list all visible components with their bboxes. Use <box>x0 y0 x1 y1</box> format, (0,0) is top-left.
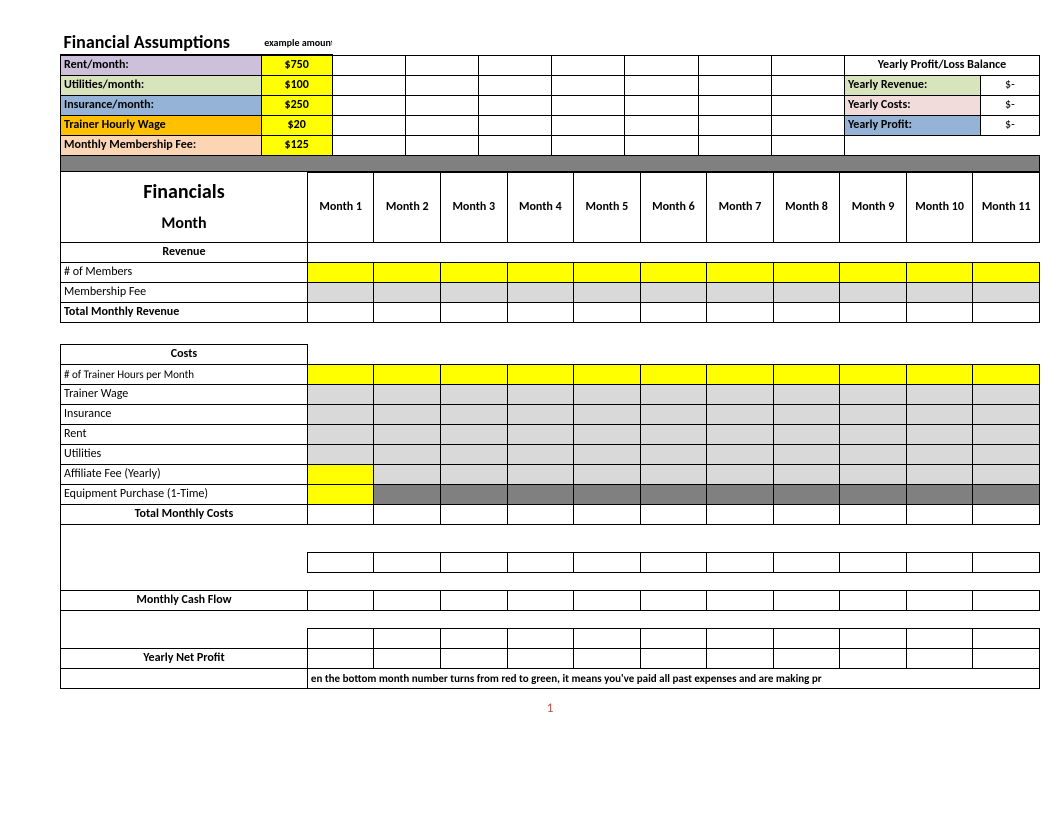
row-members: # of Members <box>61 262 1040 282</box>
page-number: 1 <box>60 701 1040 716</box>
balance-row-label: Yearly Revenue: <box>845 75 981 95</box>
row-total-costs: Total Monthly Costs <box>61 504 1040 524</box>
example-header: example amounts below <box>261 30 332 55</box>
month-header: Month 7 <box>707 172 774 242</box>
month-header: Month 8 <box>773 172 840 242</box>
assump-row-label: Utilities/month: <box>61 75 262 95</box>
assump-row-value[interactable]: $100 <box>261 75 332 95</box>
month-header: Month 6 <box>640 172 707 242</box>
row-total-revenue: Total Monthly Revenue <box>61 302 1040 322</box>
balance-row-value: $- <box>980 95 1039 115</box>
row-trainer-hours: # of Trainer Hours per Month <box>61 364 1040 384</box>
month-header: Month 11 <box>973 172 1040 242</box>
financials-heading-cell: Financials Month <box>61 172 308 242</box>
assump-row-value[interactable]: $750 <box>261 55 332 75</box>
assumptions-table: Financial Assumptions example amounts be… <box>60 30 1040 172</box>
financials-table: Financials Month Month 1 Month 2 Month 3… <box>60 172 1040 689</box>
assump-row-label: Monthly Membership Fee: <box>61 135 262 155</box>
section-costs: Costs <box>61 344 308 364</box>
row-insurance: Insurance <box>61 404 1040 424</box>
month-header: Month 10 <box>906 172 973 242</box>
month-header: Month 4 <box>507 172 574 242</box>
balance-title: Yearly Profit/Loss Balance <box>845 55 1040 75</box>
month-header: Month 1 <box>307 172 374 242</box>
month-header: Month 3 <box>441 172 508 242</box>
row-cash-flow: Monthly Cash Flow <box>61 590 1040 610</box>
row-trainer-wage: Trainer Wage <box>61 384 1040 404</box>
row-affiliate: Affiliate Fee (Yearly) <box>61 464 1040 484</box>
divider-row <box>61 155 1040 171</box>
balance-row-value: $- <box>980 75 1039 95</box>
assumptions-title: Financial Assumptions <box>61 30 262 55</box>
assump-row-label: Rent/month: <box>61 55 262 75</box>
assump-row-value[interactable]: $250 <box>261 95 332 115</box>
row-rent: Rent <box>61 424 1040 444</box>
month-header: Month 5 <box>574 172 641 242</box>
row-equipment: Equipment Purchase (1-Time) <box>61 484 1040 504</box>
balance-row-value: $- <box>980 115 1039 135</box>
assump-row-label: Trainer Hourly Wage <box>61 115 262 135</box>
row-membership-fee: Membership Fee <box>61 282 1040 302</box>
assump-row-value[interactable]: $125 <box>261 135 332 155</box>
month-header: Month 9 <box>840 172 907 242</box>
row-utilities: Utilities <box>61 444 1040 464</box>
row-footnote: en the bottom month number turns from re… <box>61 668 1040 688</box>
row-net-profit: Yearly Net Profit <box>61 648 1040 668</box>
balance-row-label: Yearly Costs: <box>845 95 981 115</box>
financials-subheading: Month <box>64 214 304 233</box>
spreadsheet-page: Financial Assumptions example amounts be… <box>60 30 1040 716</box>
balance-row-label: Yearly Profit: <box>845 115 981 135</box>
financials-heading: Financials <box>64 180 304 204</box>
section-revenue: Revenue <box>61 242 308 262</box>
assump-row-label: Insurance/month: <box>61 95 262 115</box>
assump-row-value[interactable]: $20 <box>261 115 332 135</box>
month-header: Month 2 <box>374 172 441 242</box>
